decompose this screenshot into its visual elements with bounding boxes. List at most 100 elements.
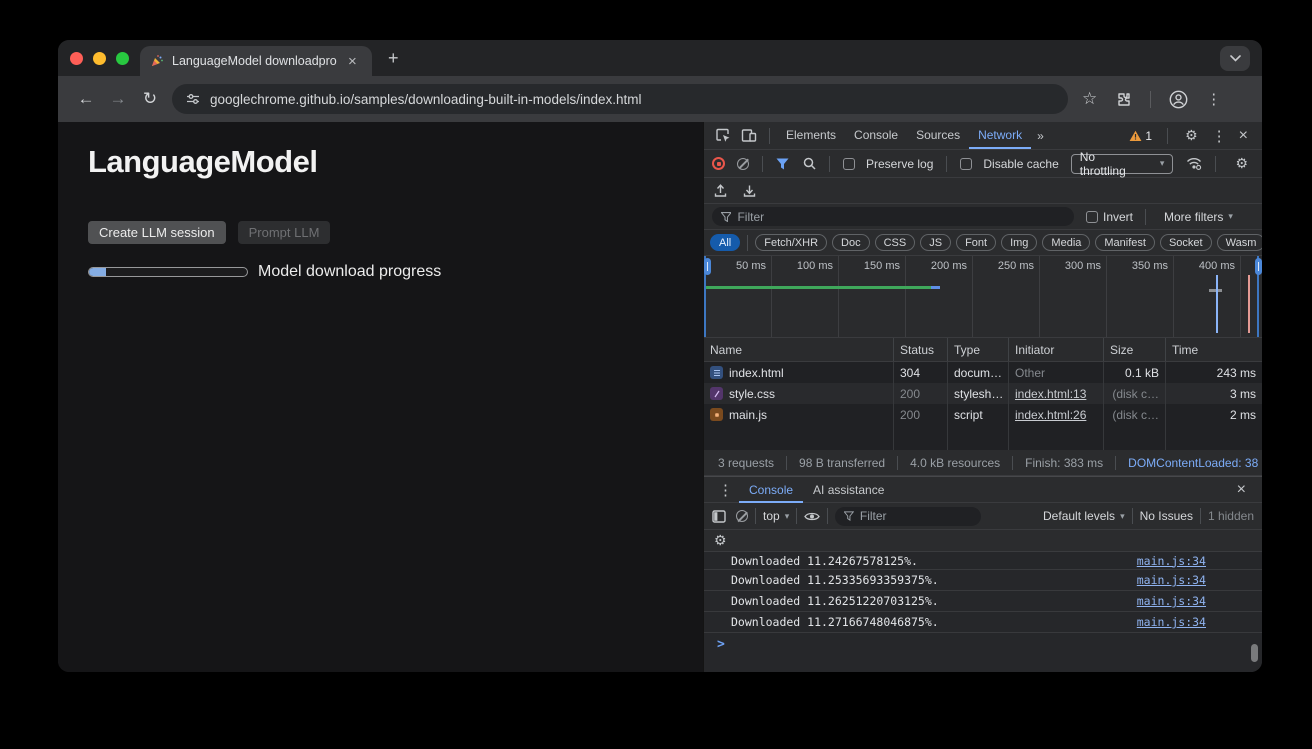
live-expression-eye-icon[interactable] bbox=[804, 511, 820, 522]
tab-strip: LanguageModel downloadpro × + bbox=[58, 40, 1262, 76]
request-row-index-html[interactable]: index.html 304 docum… Other 0.1 kB 243 m… bbox=[704, 362, 1262, 383]
chip-img[interactable]: Img bbox=[1001, 234, 1037, 251]
invert-checkbox[interactable] bbox=[1086, 211, 1098, 223]
console-settings-icon[interactable]: ⚙ bbox=[714, 532, 727, 549]
chip-all[interactable]: All bbox=[710, 234, 740, 251]
tab-console[interactable]: Console bbox=[845, 122, 907, 149]
record-network-log-icon[interactable] bbox=[712, 157, 725, 170]
network-filter-input[interactable] bbox=[737, 210, 1065, 224]
tab-network[interactable]: Network bbox=[969, 122, 1031, 149]
source-link[interactable]: main.js:34 bbox=[1137, 594, 1206, 608]
console-message[interactable]: Downloaded 11.26251220703125%. main.js:3… bbox=[704, 591, 1262, 612]
col-type[interactable]: Type bbox=[948, 338, 1009, 361]
more-tabs-icon[interactable]: » bbox=[1031, 129, 1050, 143]
source-link[interactable]: main.js:34 bbox=[1137, 615, 1206, 629]
close-window-button[interactable] bbox=[70, 52, 83, 65]
clear-console-icon[interactable] bbox=[736, 510, 748, 522]
fullscreen-window-button[interactable] bbox=[116, 52, 129, 65]
no-issues-label[interactable]: No Issues bbox=[1140, 509, 1193, 523]
console-message[interactable]: Downloaded 11.25335693359375%. main.js:3… bbox=[704, 570, 1262, 591]
console-message[interactable]: Downloaded 11.27166748046875%. main.js:3… bbox=[704, 612, 1262, 633]
requests-count: 3 requests bbox=[706, 456, 787, 470]
page-title: LanguageModel bbox=[88, 144, 317, 180]
source-link[interactable]: main.js:34 bbox=[1137, 554, 1206, 568]
chip-socket[interactable]: Socket bbox=[1160, 234, 1212, 251]
device-toolbar-icon[interactable] bbox=[736, 128, 762, 143]
chip-fetch-xhr[interactable]: Fetch/XHR bbox=[755, 234, 827, 251]
console-message[interactable]: Downloaded 11.24267578125%. main.js:34 bbox=[704, 552, 1262, 570]
chip-css[interactable]: CSS bbox=[875, 234, 916, 251]
document-file-icon bbox=[710, 366, 723, 379]
more-filters-button[interactable]: More filters bbox=[1164, 210, 1223, 224]
import-har-icon[interactable] bbox=[714, 184, 727, 198]
preserve-log-checkbox[interactable] bbox=[843, 158, 855, 170]
create-llm-session-button[interactable]: Create LLM session bbox=[88, 221, 226, 244]
col-time[interactable]: Time bbox=[1166, 338, 1262, 361]
inspect-element-icon[interactable] bbox=[710, 128, 736, 143]
tab-close-icon[interactable]: × bbox=[348, 54, 357, 69]
bookmark-icon[interactable]: ☆ bbox=[1082, 89, 1097, 109]
extensions-icon[interactable] bbox=[1115, 91, 1132, 108]
chip-manifest[interactable]: Manifest bbox=[1095, 234, 1155, 251]
console-prompt[interactable]: > bbox=[704, 633, 1262, 655]
col-initiator[interactable]: Initiator bbox=[1009, 338, 1104, 361]
back-button[interactable]: ← bbox=[70, 89, 102, 109]
chip-font[interactable]: Font bbox=[956, 234, 996, 251]
minimize-window-button[interactable] bbox=[93, 52, 106, 65]
reload-button[interactable]: ↻ bbox=[134, 89, 166, 109]
overview-right-handle[interactable] bbox=[1255, 258, 1262, 275]
network-overview-timeline[interactable]: 50 ms 100 ms 150 ms 200 ms 250 ms 300 ms… bbox=[704, 256, 1262, 338]
drawer-tab-console[interactable]: Console bbox=[739, 477, 803, 503]
overview-left-handle[interactable] bbox=[704, 258, 711, 275]
tab-elements[interactable]: Elements bbox=[777, 122, 845, 149]
tick-label: 200 ms bbox=[931, 260, 967, 272]
console-messages: Downloaded 11.24267578125%. main.js:34 D… bbox=[704, 552, 1262, 672]
request-row-style-css[interactable]: style.css 200 stylesh… index.html:13 (di… bbox=[704, 383, 1262, 404]
export-har-icon[interactable] bbox=[743, 184, 756, 198]
initiator-link[interactable]: index.html:26 bbox=[1015, 408, 1086, 422]
network-settings-icon[interactable]: ⚙ bbox=[1229, 155, 1254, 172]
site-settings-icon bbox=[186, 93, 200, 105]
scrollbar-thumb[interactable] bbox=[1251, 644, 1258, 662]
profile-icon[interactable] bbox=[1169, 90, 1188, 109]
source-link[interactable]: main.js:34 bbox=[1137, 573, 1206, 587]
drawer-menu-icon[interactable]: ⋮ bbox=[712, 481, 739, 499]
chip-wasm[interactable]: Wasm bbox=[1217, 234, 1262, 251]
drawer-tab-ai-assistance[interactable]: AI assistance bbox=[803, 477, 894, 503]
model-download-progressbar bbox=[88, 267, 248, 277]
console-sidebar-icon[interactable] bbox=[712, 510, 726, 523]
devtools-close-icon[interactable]: × bbox=[1235, 127, 1256, 145]
disable-cache-checkbox[interactable] bbox=[960, 158, 972, 170]
browser-tab[interactable]: LanguageModel downloadpro × bbox=[140, 46, 372, 76]
tab-sources[interactable]: Sources bbox=[907, 122, 969, 149]
url-text: googlechrome.github.io/samples/downloadi… bbox=[210, 92, 642, 107]
preserve-log-label: Preserve log bbox=[866, 157, 933, 171]
col-size[interactable]: Size bbox=[1104, 338, 1166, 361]
col-status[interactable]: Status bbox=[894, 338, 948, 361]
tab-search-button[interactable] bbox=[1220, 46, 1250, 71]
search-icon[interactable] bbox=[803, 157, 816, 170]
network-conditions-icon[interactable] bbox=[1186, 157, 1202, 170]
chip-doc[interactable]: Doc bbox=[832, 234, 870, 251]
new-tab-button[interactable]: + bbox=[388, 48, 399, 69]
col-name[interactable]: Name bbox=[704, 338, 894, 361]
devtools-menu-icon[interactable]: ⋮ bbox=[1208, 127, 1231, 145]
warning-counter[interactable]: 1 bbox=[1125, 129, 1156, 143]
forward-button[interactable]: → bbox=[102, 89, 134, 109]
throttling-select[interactable]: No throttling ▾ bbox=[1071, 154, 1174, 174]
address-bar[interactable]: googlechrome.github.io/samples/downloadi… bbox=[172, 84, 1068, 114]
console-context-select[interactable]: top bbox=[763, 509, 780, 523]
clear-network-log-icon[interactable] bbox=[737, 158, 749, 170]
console-filter-input[interactable] bbox=[860, 509, 972, 523]
chip-js[interactable]: JS bbox=[920, 234, 951, 251]
hidden-messages-label[interactable]: 1 hidden bbox=[1208, 509, 1254, 523]
chip-media[interactable]: Media bbox=[1042, 234, 1090, 251]
browser-menu-icon[interactable]: ⋮ bbox=[1206, 90, 1221, 108]
request-row-main-js[interactable]: main.js 200 script index.html:26 (disk c… bbox=[704, 404, 1262, 425]
drawer-close-icon[interactable]: × bbox=[1233, 481, 1254, 499]
initiator-link[interactable]: index.html:13 bbox=[1015, 387, 1086, 401]
devtools-settings-icon[interactable]: ⚙ bbox=[1179, 127, 1204, 144]
default-levels-select[interactable]: Default levels bbox=[1043, 509, 1115, 523]
filter-icon[interactable] bbox=[776, 158, 789, 170]
resources: 4.0 kB resources bbox=[898, 456, 1013, 470]
